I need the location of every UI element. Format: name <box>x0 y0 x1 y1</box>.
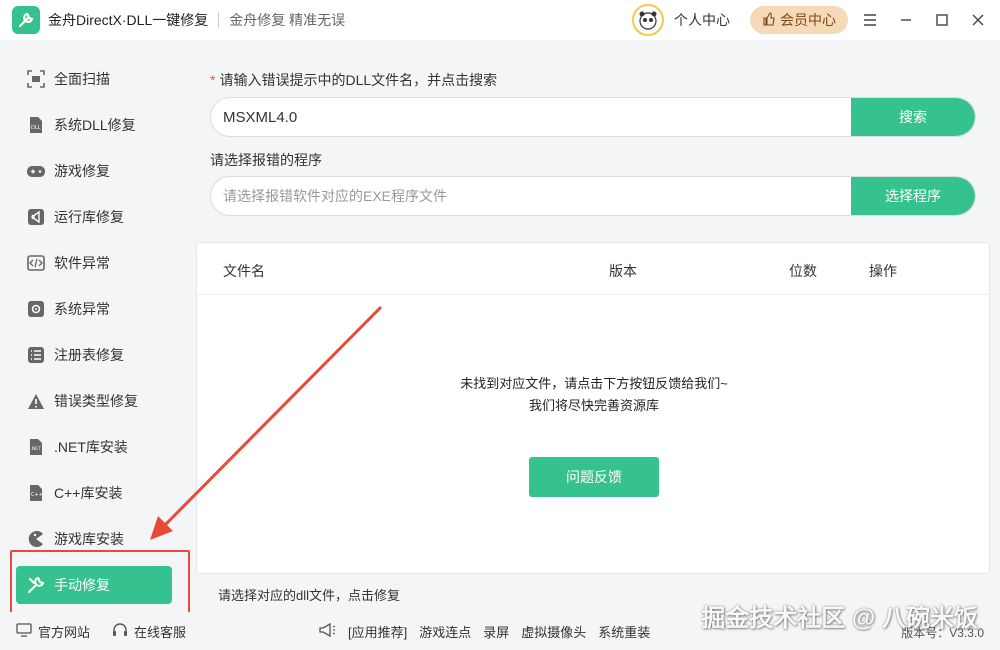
list-icon <box>26 345 46 365</box>
sidebar-item-label: 软件异常 <box>54 255 110 271</box>
column-header-bits: 位数 <box>789 263 817 279</box>
sidebar-item-dotnet-install[interactable]: .NET .NET库安装 <box>16 428 172 466</box>
minimize-icon[interactable] <box>892 6 920 34</box>
dll-icon: DLL <box>26 115 46 135</box>
sidebar-item-game-repair[interactable]: 游戏修复 <box>16 152 172 190</box>
app-subtitle: 金舟修复 精准无误 <box>229 12 346 28</box>
svg-text:DLL: DLL <box>31 125 41 131</box>
vip-center-button[interactable]: 会员中心 <box>750 6 848 34</box>
program-select-row: 选择程序 <box>210 176 976 216</box>
sidebar-item-label: 运行库修复 <box>54 209 124 225</box>
sidebar: 全面扫描 DLL 系统DLL修复 游戏修复 运行库修复 软件异常 系统异常 注册… <box>0 40 188 612</box>
personal-center-link[interactable]: 个人中心 <box>674 10 730 30</box>
program-path-input[interactable] <box>211 177 851 215</box>
sidebar-item-system-dll[interactable]: DLL 系统DLL修复 <box>16 106 172 144</box>
megaphone-icon <box>318 622 336 641</box>
gear-icon <box>26 299 46 319</box>
select-program-button[interactable]: 选择程序 <box>851 177 975 215</box>
footer-link-screen-record[interactable]: 录屏 <box>483 622 509 641</box>
empty-message-line2: 我们将尽快完善资源库 <box>528 398 659 413</box>
sidebar-item-label: .NET库安装 <box>54 439 128 455</box>
dotnet-icon: .NET <box>26 437 46 457</box>
maximize-icon[interactable] <box>928 6 956 34</box>
dll-name-input[interactable] <box>211 98 851 136</box>
visual-studio-icon <box>26 207 46 227</box>
sidebar-item-system-error[interactable]: 系统异常 <box>16 290 172 328</box>
column-header-version: 版本 <box>609 263 637 279</box>
watermark: 掘金技术社区 @ 八碗米饭 <box>701 605 978 632</box>
dll-result-table: 文件名 版本 位数 操作 未找到对应文件，请点击下方按钮反馈给我们~ 我们将尽快… <box>196 242 990 574</box>
code-icon <box>26 253 46 273</box>
sidebar-item-registry-repair[interactable]: 注册表修复 <box>16 336 172 374</box>
official-site-link[interactable]: 官方网站 <box>16 622 90 641</box>
vip-center-label: 会员中心 <box>780 12 836 28</box>
program-label: 请选择报错的程序 <box>210 152 322 168</box>
empty-message-line1: 未找到对应文件，请点击下方按钮反馈给我们~ <box>460 376 728 391</box>
sidebar-item-error-type-repair[interactable]: 错误类型修复 <box>16 382 172 420</box>
annotation-highlight-box <box>10 550 190 616</box>
avatar[interactable] <box>632 4 664 36</box>
warning-icon <box>26 391 46 411</box>
close-icon[interactable] <box>964 6 992 34</box>
footer-link-virtual-camera[interactable]: 虚拟摄像头 <box>521 622 586 641</box>
app-logo-icon <box>12 6 40 34</box>
search-button[interactable]: 搜索 <box>851 98 975 136</box>
svg-text:C++: C++ <box>31 492 43 498</box>
sidebar-item-label: 游戏库安装 <box>54 531 124 547</box>
app-title: 金舟DirectX·DLL一键修复 <box>48 12 209 28</box>
online-service-link[interactable]: 在线客服 <box>112 622 186 641</box>
sidebar-item-runtime-repair[interactable]: 运行库修复 <box>16 198 172 236</box>
thumbs-up-icon <box>762 11 776 29</box>
sidebar-item-software-error[interactable]: 软件异常 <box>16 244 172 282</box>
gamepad-icon <box>26 161 46 181</box>
menu-icon[interactable] <box>856 6 884 34</box>
cpp-icon: C++ <box>26 483 46 503</box>
scan-icon <box>26 69 46 89</box>
column-header-action: 操作 <box>869 263 897 279</box>
headset-icon <box>112 622 128 641</box>
footer-link-system-reinstall[interactable]: 系统重装 <box>598 622 650 641</box>
footer-link-auto-clicker[interactable]: 游戏连点 <box>419 622 471 641</box>
dll-search-row: 搜索 <box>210 97 976 137</box>
sidebar-item-label: 注册表修复 <box>54 347 124 363</box>
pacman-icon <box>26 529 46 549</box>
sidebar-item-label: 系统异常 <box>54 301 110 317</box>
column-header-filename: 文件名 <box>223 263 265 279</box>
sidebar-item-label: 错误类型修复 <box>54 393 138 409</box>
title-divider <box>218 12 220 28</box>
repair-hint: 请选择对应的dll文件，点击修复 <box>218 588 401 603</box>
sidebar-item-label: C++库安装 <box>54 485 123 501</box>
sidebar-item-full-scan[interactable]: 全面扫描 <box>16 60 172 98</box>
main-panel: *请输入错误提示中的DLL文件名，并点击搜索 搜索 请选择报错的程序 选择程序 … <box>196 40 1000 612</box>
monitor-icon <box>16 622 32 640</box>
table-header: 文件名 版本 位数 操作 <box>197 243 989 295</box>
feedback-button[interactable]: 问题反馈 <box>529 457 659 497</box>
sidebar-item-label: 游戏修复 <box>54 163 110 179</box>
dll-input-label: * 请输入错误提示中的DLL文件名，并点击搜索 <box>210 72 498 88</box>
sidebar-item-label: 全面扫描 <box>54 71 110 87</box>
title-bar: 金舟DirectX·DLL一键修复 金舟修复 精准无误 个人中心 会员中心 <box>0 0 1000 40</box>
sidebar-item-cpp-install[interactable]: C++ C++库安装 <box>16 474 172 512</box>
svg-text:.NET: .NET <box>31 446 42 452</box>
app-recommend-label: [应用推荐] <box>348 625 408 640</box>
sidebar-item-label: 系统DLL修复 <box>54 117 136 133</box>
